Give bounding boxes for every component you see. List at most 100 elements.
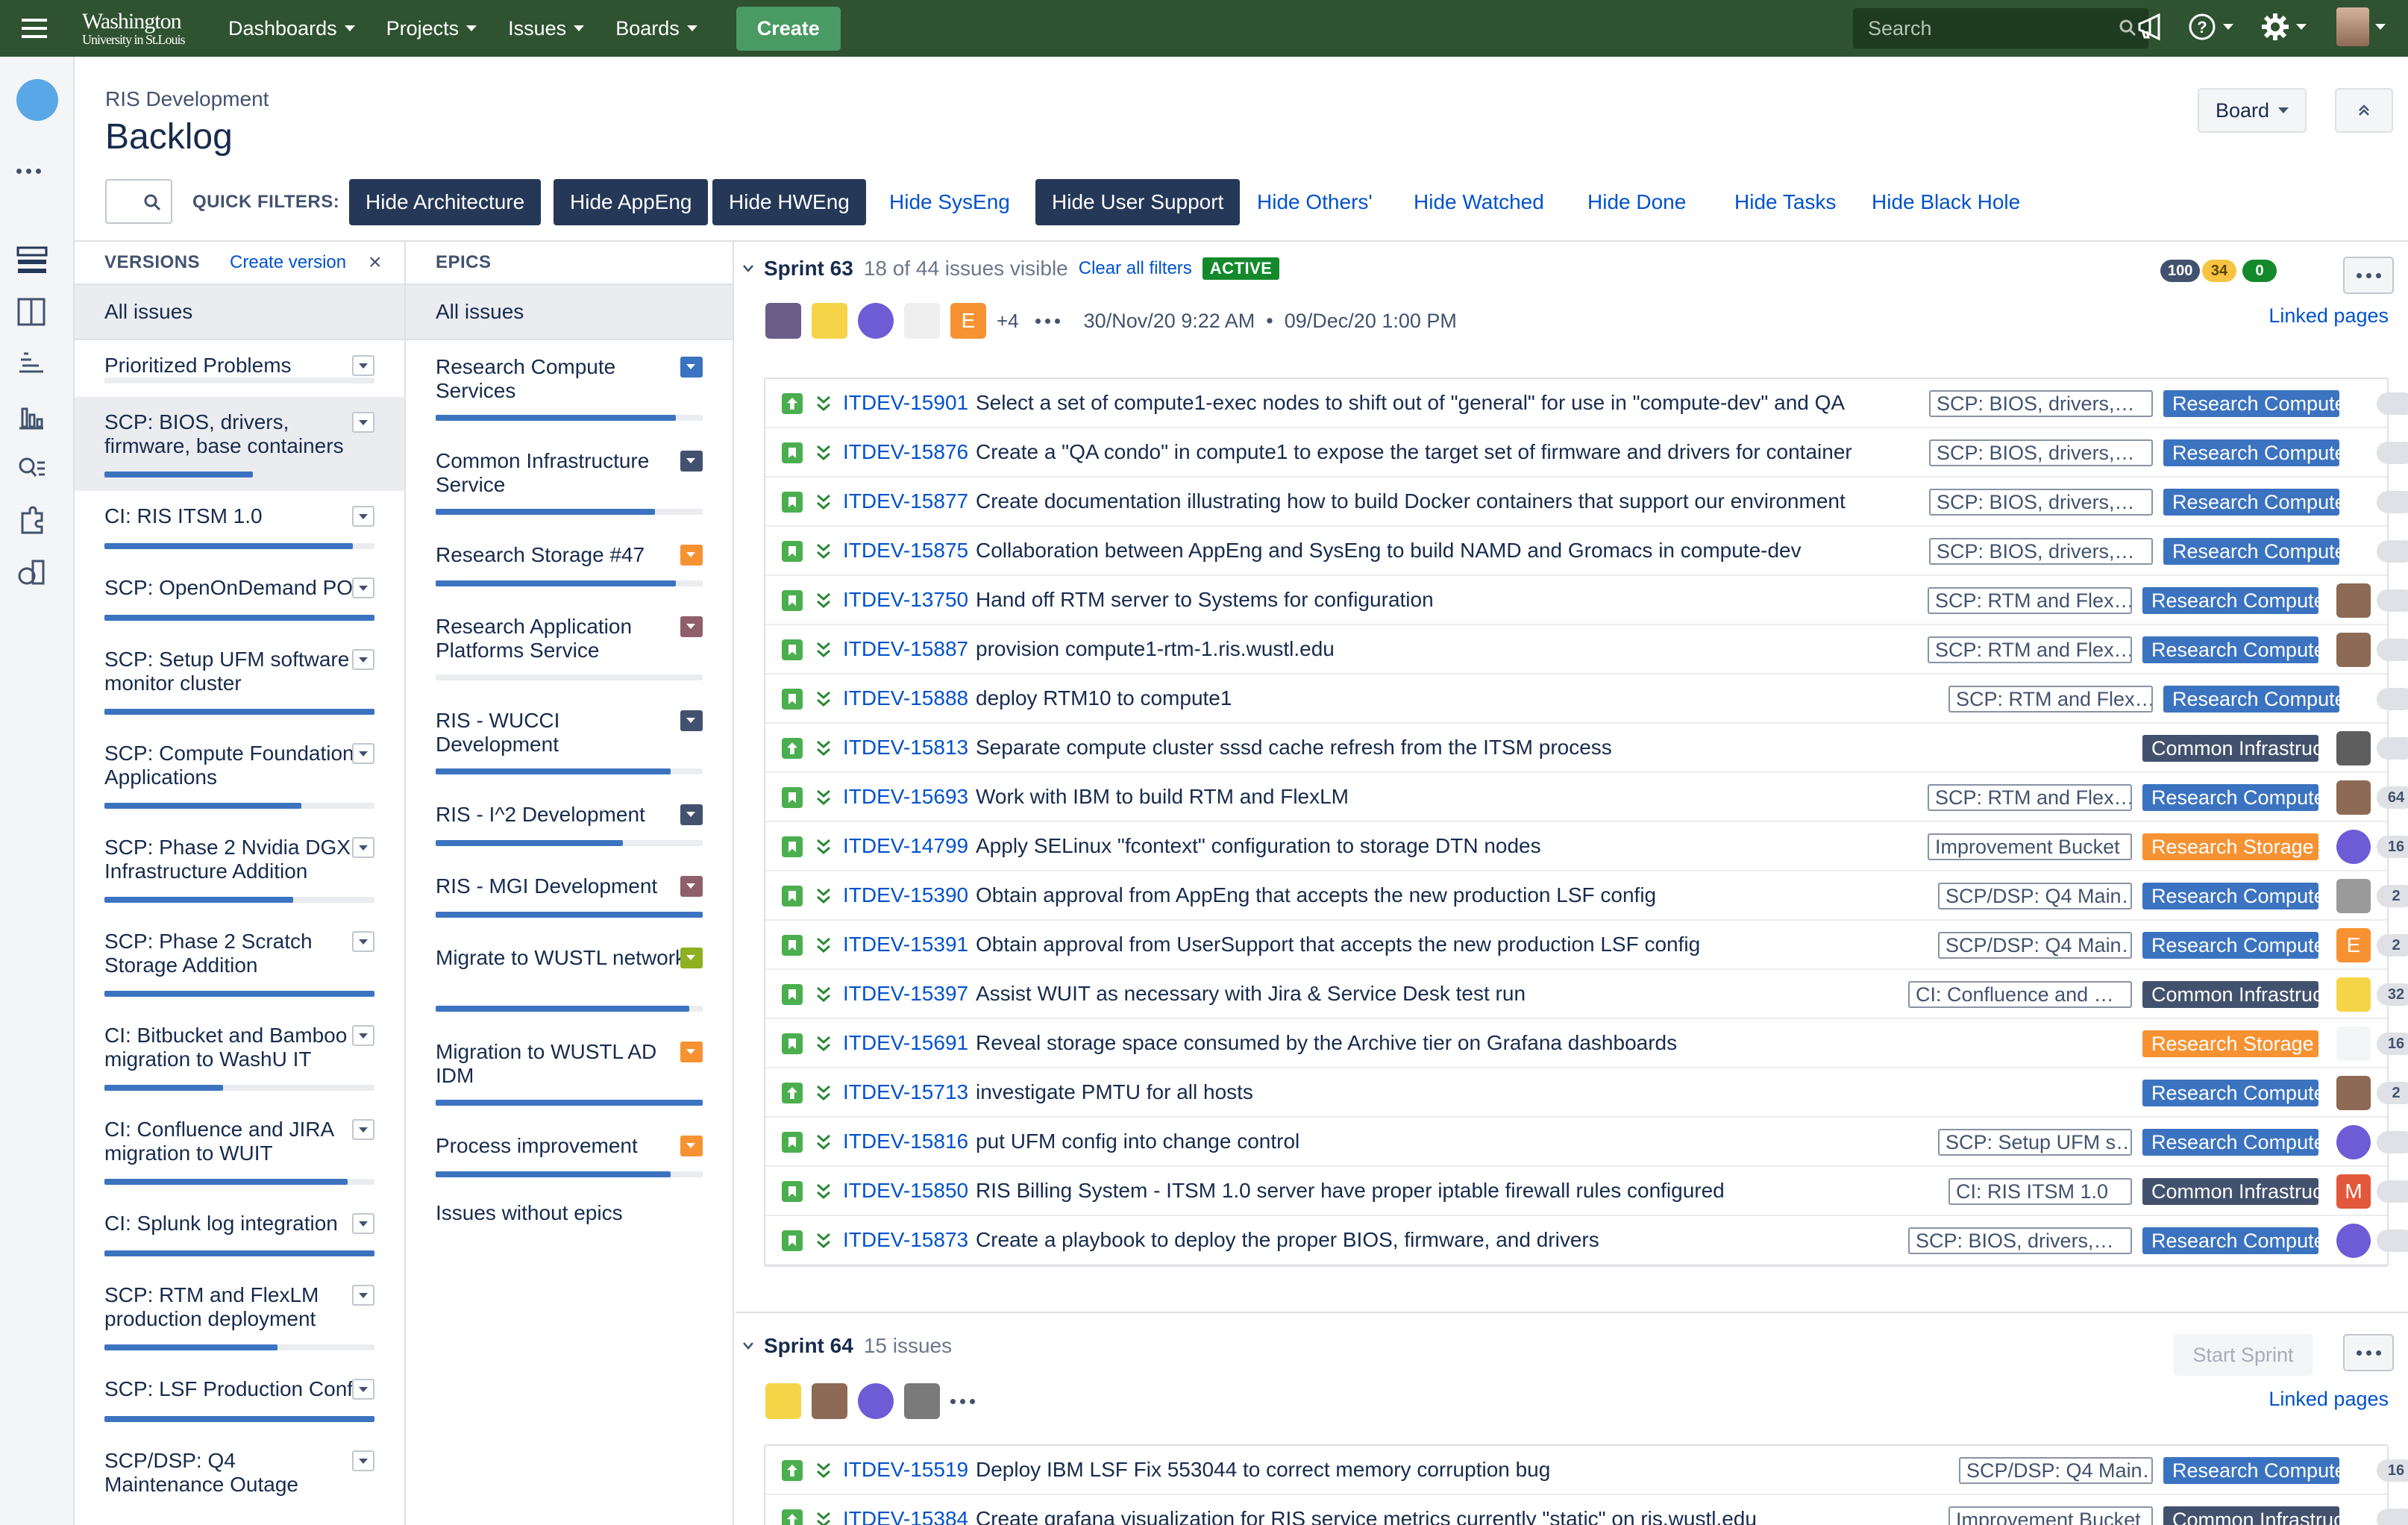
issue-row[interactable]: ITDEV-15713 investigate PMTU for all host…: [765, 1068, 2408, 1118]
issue-row[interactable]: ITDEV-15391 SCP/DSP: Q4 Main… Obtain appro…: [765, 921, 2408, 970]
epic-dropdown-icon[interactable]: [680, 948, 703, 968]
collapse-header-button[interactable]: [2335, 88, 2393, 133]
version-dropdown-icon[interactable]: [352, 506, 374, 527]
issue-key[interactable]: ITDEV-15901: [843, 391, 968, 415]
quick-filter-hide-appeng[interactable]: Hide AppEng: [554, 179, 709, 225]
linked-pages-link[interactable]: Linked pages: [2269, 1388, 2389, 1411]
version-item[interactable]: CI: Bitbucket and Bamboo migration to Wa…: [75, 1010, 404, 1104]
avatar[interactable]: [765, 303, 801, 339]
assignee-avatar[interactable]: [2336, 1076, 2371, 1110]
version-dropdown-icon[interactable]: [352, 1213, 374, 1234]
assignee-avatar[interactable]: [2336, 633, 2371, 667]
epic-dropdown-icon[interactable]: [680, 1136, 703, 1156]
backlog-icon[interactable]: [16, 245, 49, 275]
version-item[interactable]: SCP: Compute Foundation Applications: [75, 728, 404, 822]
version-dropdown-icon[interactable]: [352, 1450, 374, 1471]
version-dropdown-icon[interactable]: [352, 412, 374, 433]
issue-row[interactable]: ITDEV-15390 SCP/DSP: Q4 Main… Obtain appro…: [765, 871, 2408, 921]
issue-key[interactable]: ITDEV-15691: [843, 1031, 968, 1055]
avatar[interactable]: [812, 1383, 847, 1419]
project-avatar-icon[interactable]: [16, 79, 58, 121]
settings-gear-icon[interactable]: [2260, 12, 2307, 42]
version-item[interactable]: CI: Splunk log integration: [75, 1198, 404, 1270]
quick-filter-hide-watched[interactable]: Hide Watched: [1397, 179, 1561, 225]
nav-issues[interactable]: Issues: [508, 17, 585, 40]
user-avatar[interactable]: [2336, 7, 2386, 46]
assignee-avatar[interactable]: [2336, 583, 2371, 618]
version-item[interactable]: SCP: Phase 2 Nvidia DGX Infrastructure A…: [75, 822, 404, 916]
issue-row[interactable]: ITDEV-15397 CI: Confluence and … Assist WU…: [765, 970, 2408, 1019]
quick-filter-hide-others[interactable]: Hide Others': [1241, 179, 1389, 225]
issue-row[interactable]: ITDEV-15877 SCP: BIOS, drivers,… Create do…: [765, 477, 2408, 527]
epic-dropdown-icon[interactable]: [680, 357, 703, 378]
epic-item[interactable]: Process improvement: [406, 1119, 733, 1191]
issue-row[interactable]: ITDEV-15876 SCP: BIOS, drivers,… Create a …: [765, 428, 2408, 477]
sprint-more-button[interactable]: [2343, 1334, 2394, 1371]
sprint-name[interactable]: Sprint 63: [764, 257, 853, 281]
issue-row[interactable]: ITDEV-14799 Improvement Bucket Apply SELin…: [765, 822, 2408, 871]
issue-row[interactable]: ITDEV-15901 SCP: BIOS, drivers,… Select a …: [765, 379, 2408, 428]
clear-filters-link[interactable]: Clear all filters: [1079, 258, 1192, 279]
epic-dropdown-icon[interactable]: [680, 710, 703, 731]
quick-filter-hide-tasks[interactable]: Hide Tasks: [1718, 179, 1852, 225]
epic-item[interactable]: RIS - I^2 Development: [406, 788, 733, 859]
version-item[interactable]: CI: Confluence and JIRA migration to WUI…: [75, 1104, 404, 1198]
versions-all-issues[interactable]: All issues: [75, 285, 404, 340]
close-icon[interactable]: ×: [369, 250, 382, 275]
nav-projects[interactable]: Projects: [386, 17, 477, 40]
issue-key[interactable]: ITDEV-15850: [843, 1179, 968, 1203]
quick-filter-hide-done[interactable]: Hide Done: [1571, 179, 1702, 225]
issue-key[interactable]: ITDEV-15693: [843, 785, 968, 809]
epics-all-issues[interactable]: All issues: [406, 285, 733, 340]
version-dropdown-icon[interactable]: [352, 1379, 374, 1400]
version-item[interactable]: SCP: OpenOnDemand PO: [75, 563, 404, 634]
epic-item[interactable]: Research Compute Services: [406, 340, 733, 434]
issue-key[interactable]: ITDEV-15384: [843, 1507, 968, 1525]
version-dropdown-icon[interactable]: [352, 837, 374, 858]
version-dropdown-icon[interactable]: [352, 1025, 374, 1046]
issues-without-epics[interactable]: Issues without epics: [406, 1201, 733, 1225]
epic-dropdown-icon[interactable]: [680, 876, 703, 897]
avatar[interactable]: E: [950, 303, 986, 339]
epic-item[interactable]: Migration to WUSTL AD IDM: [406, 1025, 733, 1119]
add-item-icon[interactable]: [16, 558, 46, 588]
epic-dropdown-icon[interactable]: [680, 451, 703, 472]
sprint-name[interactable]: Sprint 64: [764, 1334, 853, 1358]
components-icon[interactable]: [16, 506, 46, 536]
version-dropdown-icon[interactable]: [352, 577, 374, 598]
issue-key[interactable]: ITDEV-15816: [843, 1130, 968, 1153]
issues-search-icon[interactable]: [16, 454, 46, 483]
issue-key[interactable]: ITDEV-15519: [843, 1458, 968, 1482]
more-icon[interactable]: [1035, 318, 1060, 324]
more-icon[interactable]: [16, 169, 41, 174]
issue-row[interactable]: ITDEV-15875 SCP: BIOS, drivers,… Collabora…: [765, 527, 2408, 576]
reports-icon[interactable]: [16, 401, 46, 431]
issue-key[interactable]: ITDEV-15397: [843, 982, 968, 1006]
issue-key[interactable]: ITDEV-15876: [843, 440, 968, 464]
version-dropdown-icon[interactable]: [352, 743, 374, 764]
version-item[interactable]: SCP: Setup UFM software monitor cluster: [75, 634, 404, 728]
issue-row[interactable]: ITDEV-15887 SCP: RTM and Flex… provision c…: [765, 625, 2408, 674]
assignee-avatar[interactable]: [2336, 1027, 2371, 1061]
avatar[interactable]: [858, 303, 894, 339]
version-item[interactable]: SCP: Phase 2 Scratch Storage Addition: [75, 916, 404, 1010]
version-item[interactable]: SCP: BIOS, drivers, firmware, base conta…: [75, 397, 404, 491]
sprint-more-button[interactable]: [2343, 257, 2394, 294]
issue-row[interactable]: ITDEV-15850 CI: RIS ITSM 1.0 RIS Billing S…: [765, 1167, 2408, 1216]
help-icon[interactable]: ?: [2187, 12, 2233, 42]
epic-item[interactable]: Research Storage #47: [406, 528, 733, 600]
version-item[interactable]: Prioritized Problems: [75, 340, 404, 397]
assignee-avatar[interactable]: E: [2336, 928, 2371, 962]
epic-item[interactable]: RIS - WUCCI Development: [406, 694, 733, 788]
chevron-down-icon[interactable]: [743, 265, 753, 272]
more-icon[interactable]: [950, 1398, 975, 1404]
filter-search-input[interactable]: [105, 179, 172, 224]
linked-pages-link[interactable]: Linked pages: [2269, 304, 2389, 328]
epic-dropdown-icon[interactable]: [680, 1042, 703, 1062]
version-item[interactable]: SCP/DSP: Q4 Maintenance Outage: [75, 1435, 404, 1496]
assignee-avatar[interactable]: [2336, 780, 2371, 815]
issue-row[interactable]: ITDEV-15691 Reveal storage space consumed…: [765, 1019, 2408, 1068]
assignee-avatar[interactable]: [2336, 731, 2371, 765]
version-dropdown-icon[interactable]: [352, 355, 374, 376]
chevron-down-icon[interactable]: [743, 1342, 753, 1350]
